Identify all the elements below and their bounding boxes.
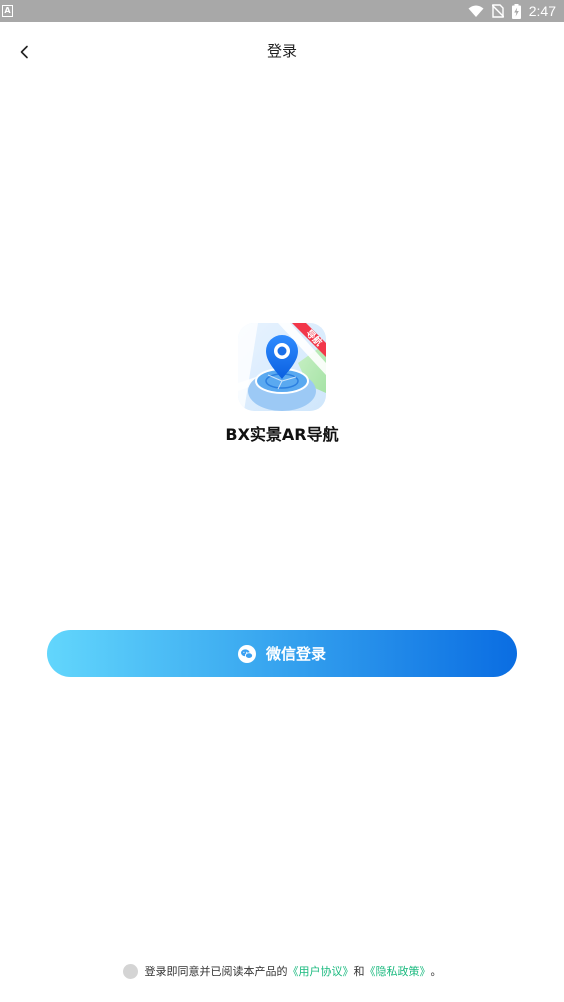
agreement-prefix: 登录即同意并已阅读本产品的	[144, 965, 288, 978]
agreement-checkbox[interactable]	[122, 963, 138, 979]
wechat-icon	[237, 644, 256, 663]
page-title: 登录	[266, 42, 297, 60]
status-icons: 2:47	[468, 0, 556, 22]
agreement-row: 登录即同意并已阅读本产品的 《用户协议》 和 《隐私政策》 。	[0, 962, 564, 980]
notification-a-icon: A	[2, 5, 13, 17]
wechat-login-button[interactable]: 微信登录	[47, 630, 517, 677]
wifi-icon	[468, 5, 484, 17]
user-agreement-link[interactable]: 《用户协议》	[288, 963, 354, 979]
agreement-conjunction: 和	[353, 965, 365, 978]
status-bar: A 2:47	[0, 0, 564, 22]
status-time: 2:47	[528, 3, 556, 19]
header: 登录	[0, 22, 564, 82]
login-screen: A 2:47 登录 导航 BX实景AR导航 微信登录 登录即同意并已阅读本产品的…	[0, 0, 564, 1002]
app-name: BX实景AR导航	[225, 425, 339, 444]
no-sim-icon	[491, 4, 504, 18]
app-logo: 导航	[238, 323, 326, 411]
privacy-policy-link[interactable]: 《隐私政策》	[365, 963, 431, 979]
battery-charging-icon	[511, 3, 521, 19]
wechat-login-label: 微信登录	[265, 645, 326, 663]
agreement-suffix: 。	[430, 965, 442, 978]
